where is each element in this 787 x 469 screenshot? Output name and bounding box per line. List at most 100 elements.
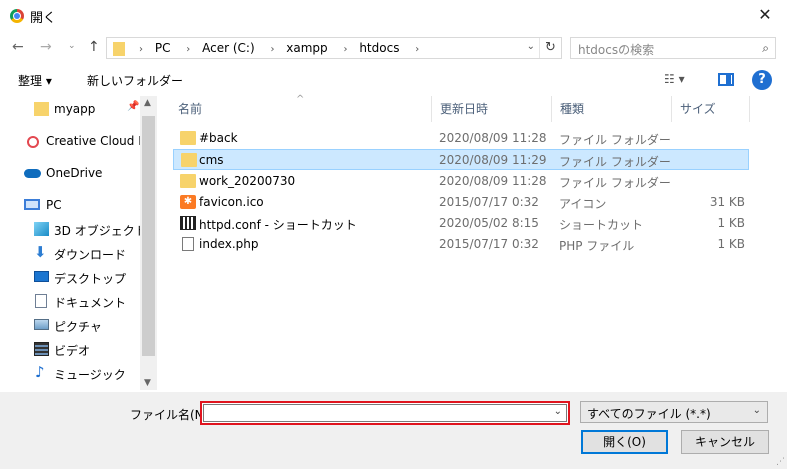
column-header-label: 名前	[178, 102, 203, 116]
recent-locations-button[interactable]: ⌄	[68, 41, 76, 51]
sidebar-item-label: myapp	[54, 102, 96, 116]
file-type: アイコン	[559, 197, 607, 211]
chrome-icon	[10, 9, 24, 23]
refresh-button[interactable]: ↻	[539, 38, 561, 58]
chevron-down-icon[interactable]: ⌄	[527, 41, 535, 52]
sidebar-item-myapp[interactable]: myapp 📌	[0, 98, 140, 120]
document-icon	[182, 237, 194, 251]
sidebar-item-label: ピクチャ	[54, 320, 102, 334]
breadcrumb-drive[interactable]: Acer (C:)	[202, 41, 255, 55]
search-input[interactable]: htdocsの検索 ⌕	[570, 37, 776, 59]
file-row[interactable]: ✱ favicon.ico 2015/07/17 0:32 アイコン 31 KB	[173, 192, 749, 213]
column-header-label: サイズ	[680, 102, 716, 116]
pin-icon[interactable]: 📌	[127, 101, 139, 112]
sidebar-scrollbar[interactable]: ▲ ▼	[140, 96, 156, 390]
file-name: cms	[199, 153, 224, 167]
sidebar-item-label: PC	[46, 198, 62, 212]
breadcrumb-separator[interactable]: ›	[415, 44, 419, 55]
breadcrumb-separator[interactable]: ›	[344, 44, 348, 55]
organize-button[interactable]: 整理 ▾	[18, 72, 52, 89]
folder-icon	[180, 131, 196, 145]
file-type: ファイル フォルダー	[559, 133, 671, 147]
music-icon: ♪	[35, 363, 45, 381]
folder-icon	[34, 102, 49, 116]
chevron-down-icon: ⌄	[752, 405, 761, 416]
sidebar-item-creative-cloud[interactable]: Creative Cloud Files	[0, 130, 156, 152]
sidebar-item-label: ダウンロード	[54, 248, 127, 262]
sidebar-item-music[interactable]: ♪ ミュージック	[0, 362, 140, 384]
3d-objects-icon	[34, 222, 49, 236]
search-icon: ⌕	[762, 41, 769, 55]
sort-ascending-icon: ^	[296, 94, 305, 105]
file-type-value: すべてのファイル (*.*)	[587, 407, 711, 421]
breadcrumb-separator[interactable]: ›	[186, 44, 190, 55]
file-row[interactable]: index.php 2015/07/17 0:32 PHP ファイル 1 KB	[173, 234, 749, 255]
breadcrumb-pc[interactable]: PC	[155, 41, 171, 55]
file-name: work_20200730	[199, 174, 296, 188]
back-button[interactable]: ←	[12, 39, 24, 55]
breadcrumb-separator[interactable]: ›	[139, 44, 143, 55]
breadcrumb-htdocs[interactable]: htdocs	[359, 41, 399, 55]
creative-cloud-icon	[27, 136, 39, 148]
filename-input[interactable]: ⌄	[200, 401, 570, 425]
file-type: ファイル フォルダー	[559, 176, 671, 190]
close-button[interactable]: ✕	[743, 0, 787, 30]
pictures-icon	[34, 319, 49, 330]
desktop-icon	[34, 271, 49, 282]
file-row[interactable]: work_20200730 2020/08/09 11:28 ファイル フォルダ…	[173, 171, 749, 192]
folder-icon	[113, 42, 125, 56]
file-type: ショートカット	[559, 218, 644, 232]
sidebar-item-desktop[interactable]: デスクトップ	[0, 266, 140, 288]
help-button[interactable]: ?	[752, 70, 772, 90]
scroll-up-icon[interactable]: ▲	[144, 98, 151, 108]
sidebar-item-label: 3D オブジェクト	[54, 224, 147, 238]
file-row-selected[interactable]: cms 2020/08/09 11:29 ファイル フォルダー	[173, 149, 749, 170]
sidebar-item-pc[interactable]: PC	[0, 194, 140, 216]
xampp-icon: ✱	[180, 195, 196, 209]
file-modified: 2020/05/02 8:15	[439, 216, 539, 230]
file-type: ファイル フォルダー	[559, 155, 671, 169]
preview-pane-icon[interactable]	[718, 73, 734, 86]
open-button[interactable]: 開く(O)	[581, 430, 668, 454]
column-header-type[interactable]: 種類	[552, 96, 672, 122]
sidebar-item-label: ドキュメント	[54, 296, 127, 310]
chevron-down-icon[interactable]: ⌄	[554, 406, 562, 417]
sidebar-item-pictures[interactable]: ピクチャ	[0, 314, 140, 336]
navigation-pane: myapp 📌 Creative Cloud Files OneDrive PC…	[0, 96, 157, 390]
sidebar-item-downloads[interactable]: ⬇ ダウンロード	[0, 242, 140, 264]
address-bar[interactable]: › PC › Acer (C:) › xampp › htdocs › ⌄ ↻	[106, 37, 562, 59]
file-row[interactable]: #back 2020/08/09 11:28 ファイル フォルダー	[173, 128, 749, 149]
sidebar-item-documents[interactable]: ドキュメント	[0, 290, 140, 312]
forward-button[interactable]: →	[40, 39, 52, 55]
search-placeholder: htdocsの検索	[578, 43, 655, 57]
column-header-size[interactable]: サイズ	[672, 96, 750, 122]
file-name: index.php	[199, 237, 259, 251]
breadcrumb-separator[interactable]: ›	[270, 44, 274, 55]
file-size: 31 KB	[709, 195, 745, 209]
cancel-button[interactable]: キャンセル	[681, 430, 769, 454]
sidebar-item-label: ミュージック	[54, 368, 126, 382]
sidebar-item-label: OneDrive	[46, 166, 103, 180]
column-header-name[interactable]: 名前 ^	[170, 94, 432, 122]
sidebar-item-onedrive[interactable]: OneDrive	[0, 162, 140, 184]
documents-icon	[35, 294, 47, 308]
sidebar-item-3d-objects[interactable]: 3D オブジェクト	[0, 218, 147, 240]
sidebar-item-videos[interactable]: ビデオ	[0, 338, 140, 360]
file-name: httpd.conf - ショートカット	[199, 218, 357, 232]
download-icon: ⬇	[34, 243, 47, 261]
breadcrumb-xampp[interactable]: xampp	[286, 41, 327, 55]
file-type-select[interactable]: すべてのファイル (*.*) ⌄	[580, 401, 768, 423]
view-options-button[interactable]: ☷ ▾	[664, 72, 685, 86]
videos-icon	[34, 342, 49, 356]
file-row[interactable]: httpd.conf - ショートカット 2020/05/02 8:15 ショー…	[173, 213, 749, 234]
scroll-down-icon[interactable]: ▼	[144, 378, 151, 388]
file-name: favicon.ico	[199, 195, 264, 209]
resize-grip-icon[interactable]: ⋰	[776, 457, 785, 467]
scrollbar-thumb[interactable]	[142, 116, 155, 356]
dialog-footer: ファイル名(N): ⌄ すべてのファイル (*.*) ⌄ 開く(O) キャンセル…	[0, 392, 787, 469]
column-header-modified[interactable]: 更新日時	[432, 96, 552, 122]
file-size: 1 KB	[717, 216, 745, 230]
new-folder-button[interactable]: 新しいフォルダー	[87, 72, 183, 89]
file-name: #back	[199, 131, 238, 145]
up-button[interactable]: ↑	[88, 39, 100, 55]
